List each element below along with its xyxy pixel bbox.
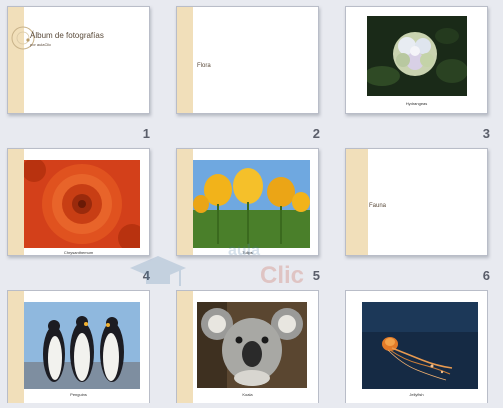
- slide-caption: Koala: [242, 392, 253, 397]
- slide-number: 3: [482, 126, 490, 141]
- slide-thumbnail-6[interactable]: Fauna: [345, 148, 488, 256]
- slide-accent-bar: [346, 149, 368, 255]
- slide-title: Álbum de fotografías: [30, 31, 104, 40]
- watermark-line1: aula: [228, 242, 261, 259]
- aulaclic-watermark: aula Clic: [128, 238, 328, 298]
- slide-title: Flora: [197, 63, 211, 69]
- slide-thumbnail-8[interactable]: Koala: [176, 290, 319, 403]
- hydrangea-photo: [367, 16, 467, 96]
- graduation-cap-icon: [130, 256, 186, 286]
- koala-photo: [197, 302, 307, 388]
- slide-subtitle: por aulaClic: [30, 42, 52, 47]
- slide-thumbnail-3[interactable]: Hydrangeas: [345, 6, 488, 114]
- slide-number: 2: [312, 126, 320, 141]
- slide-thumbnail-7[interactable]: Penguins: [7, 290, 150, 403]
- watermark-line2: Clic: [260, 262, 305, 289]
- slide-number: 6: [482, 268, 490, 283]
- slide-caption: Hydrangeas: [405, 101, 428, 106]
- slide-thumbnail-2[interactable]: Flora: [176, 6, 319, 114]
- penguins-photo: [24, 302, 140, 389]
- slide-accent-bar: [8, 149, 24, 255]
- slide-caption: Penguins: [70, 392, 87, 397]
- tulips-photo: [193, 160, 310, 248]
- slide-accent-bar: [177, 7, 193, 113]
- slide-accent-bar: [8, 7, 24, 113]
- slide-number: 1: [142, 126, 150, 141]
- jellyfish-photo: [362, 302, 478, 389]
- slide-thumbnail-9[interactable]: Jellyfish: [345, 290, 488, 403]
- slide-title: Fauna: [369, 203, 387, 209]
- slide-accent-bar: [8, 291, 24, 403]
- slide-caption: Jellyfish: [409, 392, 424, 397]
- slide-thumbnail-1[interactable]: Álbum de fotografías por aulaClic: [7, 6, 150, 114]
- slide-accent-bar: [177, 291, 193, 403]
- chrysanthemum-photo: [24, 160, 140, 248]
